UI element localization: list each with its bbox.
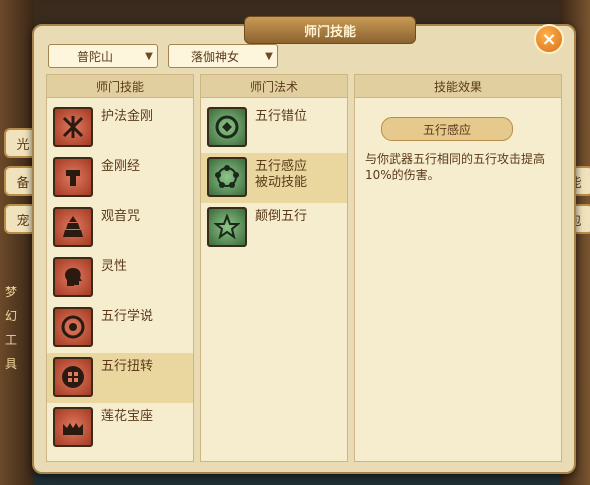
spell-name: 五行感应 xyxy=(255,159,308,174)
skill-item-selected[interactable]: 五行扭转 xyxy=(47,353,193,403)
spell-item[interactable]: 五行错位 xyxy=(201,103,347,153)
element-swap-icon xyxy=(207,107,247,147)
scene-char: 具 xyxy=(4,357,17,371)
effect-description: 与你武器五行相同的五行攻击提高10%的伤害。 xyxy=(365,152,546,182)
school-select[interactable]: 普陀山 ▼ xyxy=(48,44,158,68)
skill-item[interactable]: 观音咒 xyxy=(47,203,193,253)
twist-icon xyxy=(53,357,93,397)
skill-label: 护法金刚 xyxy=(101,109,154,124)
scene-char: 梦 xyxy=(4,285,17,299)
skill-label: 五行学说 xyxy=(101,309,154,324)
scene-left-pillar xyxy=(0,0,34,485)
skills-panel: 师门技能 护法金刚 金刚经 观音咒 灵性 五行学说 五行扭转 莲花宝座 xyxy=(46,74,194,462)
pagoda-icon xyxy=(53,207,93,247)
scene-char: 幻 xyxy=(4,309,17,323)
spell-label: 颠倒五行 xyxy=(255,209,308,224)
star-reverse-icon xyxy=(207,207,247,247)
skill-label: 灵性 xyxy=(101,259,128,274)
sutra-icon xyxy=(53,157,93,197)
lotus-throne-icon xyxy=(53,407,93,447)
effect-panel: 技能效果 五行感应 与你武器五行相同的五行攻击提高10%的伤害。 xyxy=(354,74,562,462)
skill-label: 五行扭转 xyxy=(101,359,154,374)
scene-vertical-text: 梦 幻 工 具 xyxy=(2,280,20,376)
skill-item[interactable]: 莲花宝座 xyxy=(47,403,193,453)
spell-label: 五行错位 xyxy=(255,109,308,124)
chevron-down-icon[interactable]: ▼ xyxy=(261,51,277,62)
spell-sublabel: 被动技能 xyxy=(255,175,308,190)
skills-panel-header: 师门技能 xyxy=(47,75,193,98)
chevron-down-icon[interactable]: ▼ xyxy=(141,51,157,62)
close-button[interactable]: × xyxy=(534,24,564,54)
spells-panel: 师门法术 五行错位 五行感应 被动技能 颠倒五行 xyxy=(200,74,348,462)
close-icon[interactable]: × xyxy=(541,29,556,50)
spells-panel-header: 师门法术 xyxy=(201,75,347,98)
skill-window: 师门技能 × 普陀山 ▼ 落伽神女 ▼ 师门技能 护法金刚 金刚经 观音咒 灵性… xyxy=(32,16,576,474)
effect-panel-header: 技能效果 xyxy=(355,75,561,98)
skill-label: 金刚经 xyxy=(101,159,141,174)
five-elements-icon xyxy=(53,307,93,347)
skill-item[interactable]: 灵性 xyxy=(47,253,193,303)
role-select[interactable]: 落伽神女 ▼ xyxy=(168,44,278,68)
skill-item[interactable]: 金刚经 xyxy=(47,153,193,203)
spell-label: 五行感应 被动技能 xyxy=(255,159,307,191)
skill-label: 观音咒 xyxy=(101,209,141,224)
vajra-icon xyxy=(53,107,93,147)
element-sense-icon xyxy=(207,157,247,197)
spell-item-selected[interactable]: 五行感应 被动技能 xyxy=(201,153,347,203)
skill-item[interactable]: 五行学说 xyxy=(47,303,193,353)
spell-item[interactable]: 颠倒五行 xyxy=(201,203,347,253)
mind-icon xyxy=(53,257,93,297)
effect-title: 五行感应 xyxy=(381,117,513,141)
skill-item[interactable]: 护法金刚 xyxy=(47,103,193,153)
school-select-value: 普陀山 xyxy=(76,49,113,64)
skill-label: 莲花宝座 xyxy=(101,409,154,424)
scene-char: 工 xyxy=(4,333,17,347)
role-select-value: 落伽神女 xyxy=(190,49,239,64)
window-title: 师门技能 xyxy=(244,16,416,44)
